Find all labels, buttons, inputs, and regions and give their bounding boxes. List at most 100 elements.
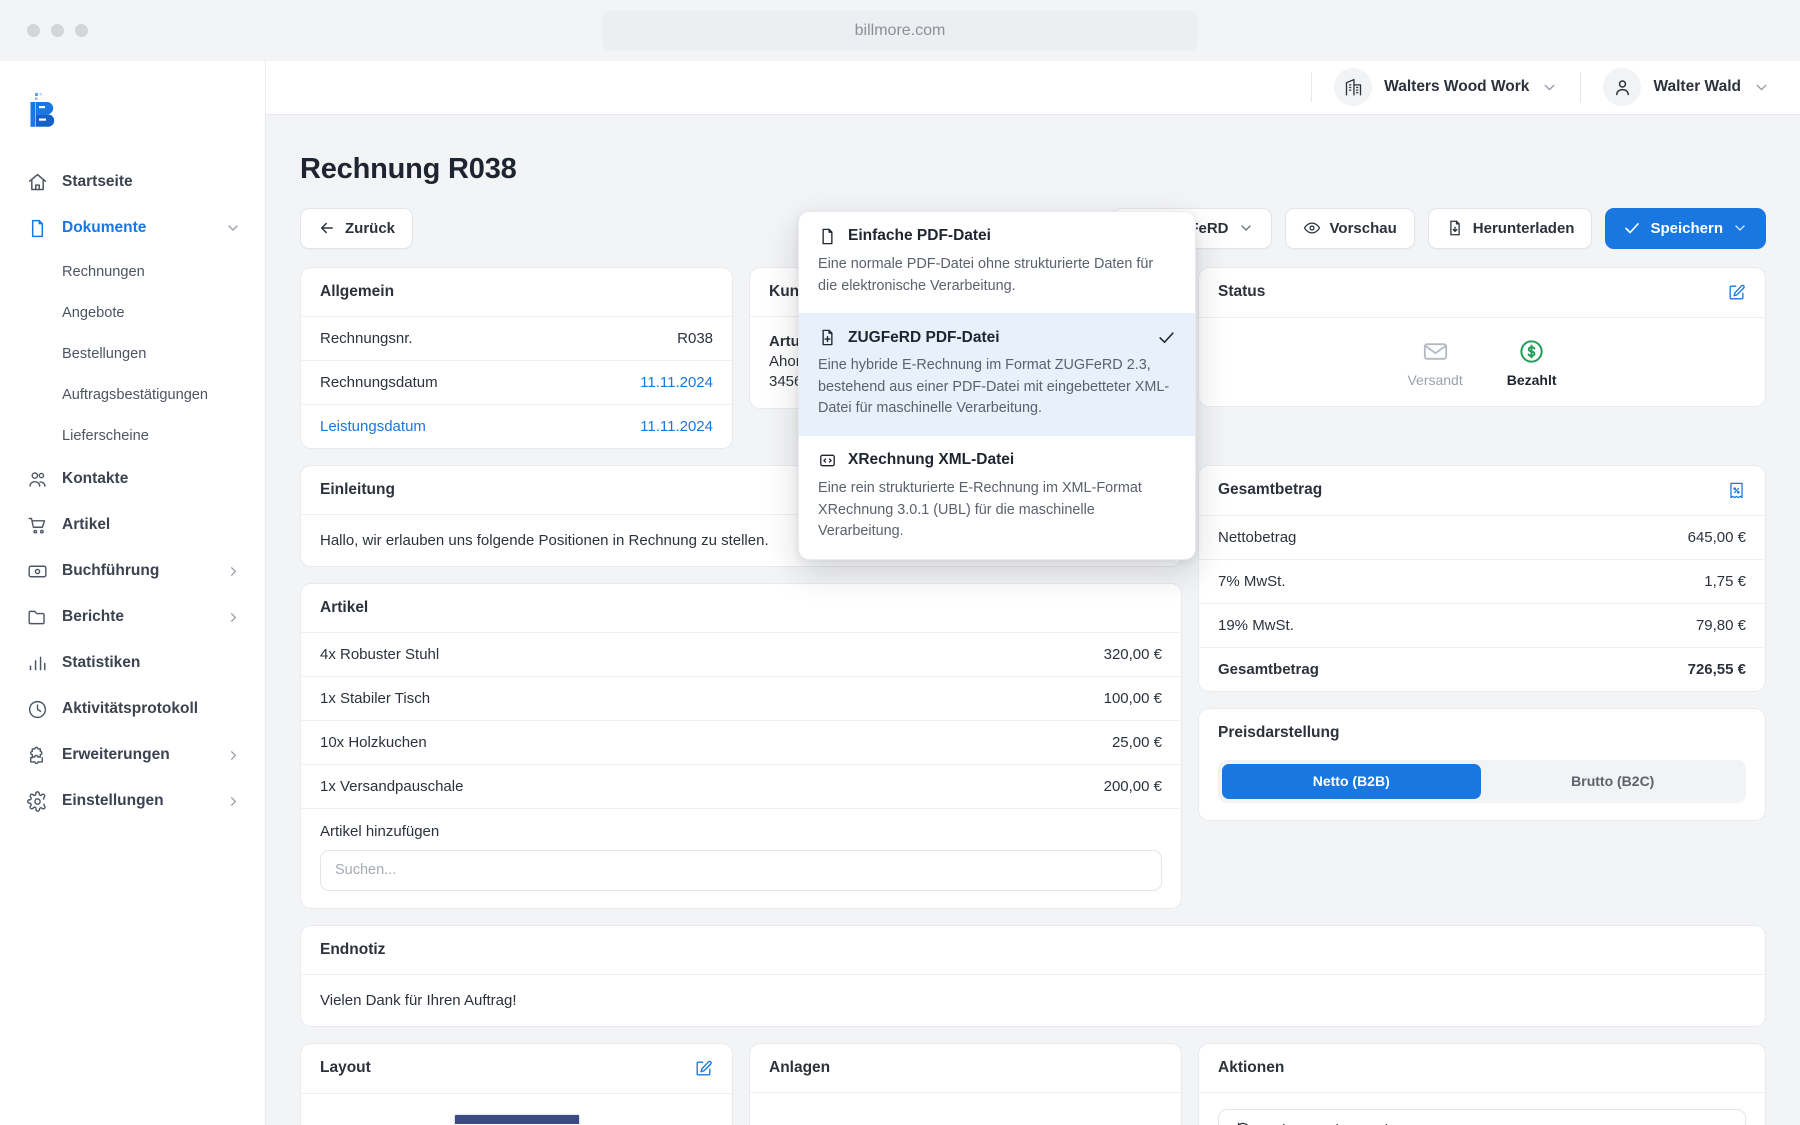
org-name: Walters Wood Work: [1384, 78, 1530, 96]
thumbnail-band: [454, 1114, 579, 1124]
sidebar-item-label: Aktivitätsprotokoll: [62, 700, 199, 717]
dropdown-item-zugferd-pdf[interactable]: ZUGFeRD PDF-Datei Eine hybride E-Rechnun…: [799, 313, 1195, 436]
save-button-label: Speichern: [1650, 219, 1723, 237]
row-value[interactable]: 11.11.2024: [640, 418, 713, 435]
sidebar-item-aktivitaetsprotokoll[interactable]: Aktivitätsprotokoll: [0, 686, 265, 732]
total-key: 7% MwSt.: [1218, 572, 1286, 590]
preview-button[interactable]: Vorschau: [1284, 207, 1415, 249]
chevron-right-icon[interactable]: [226, 748, 241, 763]
table-row[interactable]: 10x Holzkuchen 25,00 €: [301, 721, 1181, 765]
table-row[interactable]: Rechnungsdatum 11.11.2024: [301, 361, 732, 405]
einleitung-heading: Einleitung: [320, 480, 395, 498]
chevron-right-icon[interactable]: [226, 564, 241, 579]
sidebar-item-startseite[interactable]: Startseite: [0, 159, 265, 205]
sidebar-item-kontakte[interactable]: Kontakte: [0, 456, 265, 502]
download-button[interactable]: Herunterladen: [1427, 207, 1593, 249]
total-key: Gesamtbetrag: [1218, 660, 1319, 678]
layout-preview[interactable]: The Company INVOICE: [301, 1094, 732, 1125]
sidebar-item-statistiken[interactable]: Statistiken: [0, 640, 265, 686]
sidebar-item-erweiterungen[interactable]: Erweiterungen: [0, 732, 265, 778]
envelope-icon: [1422, 338, 1449, 365]
convert-document-button[interactable]: Dokument konvertieren: [1218, 1108, 1746, 1125]
puzzle-icon: [26, 744, 48, 766]
close-window-button[interactable]: [27, 24, 40, 37]
chevron-down-icon[interactable]: [1753, 79, 1770, 96]
table-row[interactable]: 4x Robuster Stuhl 320,00 €: [301, 633, 1181, 677]
banknote-icon: [26, 560, 48, 582]
billmore-logo-icon[interactable]: [0, 79, 265, 159]
sidebar-subitem-lieferscheine[interactable]: Lieferscheine: [0, 415, 265, 456]
chevron-down-icon[interactable]: [1238, 220, 1254, 236]
file-plus-icon: [818, 328, 837, 347]
zugferd-format-dropdown: Einfache PDF-Datei Eine normale PDF-Date…: [798, 210, 1196, 560]
chevron-right-icon[interactable]: [226, 610, 241, 625]
item-price: 25,00 €: [1111, 733, 1162, 751]
row-key: Rechnungsdatum: [320, 373, 438, 391]
table-row[interactable]: Rechnungsnr. R038: [301, 317, 732, 361]
arrow-left-icon: [318, 219, 336, 237]
chevron-right-icon[interactable]: [226, 794, 241, 809]
chevron-down-icon[interactable]: [1732, 220, 1748, 236]
allgemein-card: Allgemein Rechnungsnr. R038 Rechnungsdat…: [300, 266, 733, 449]
status-badge-label: Versandt: [1407, 371, 1463, 388]
sidebar-item-berichte[interactable]: Berichte: [0, 594, 265, 640]
layout-card-header: Layout: [301, 1044, 732, 1094]
status-badge[interactable]: Bezahlt: [1507, 338, 1557, 388]
minimize-window-button[interactable]: [51, 24, 64, 37]
sidebar-subitem-angebote[interactable]: Angebote: [0, 292, 265, 333]
edit-icon[interactable]: [1727, 283, 1746, 302]
edit-icon[interactable]: [694, 1059, 713, 1078]
artikel-card-header: Artikel: [301, 584, 1181, 633]
table-row[interactable]: Leistungsdatum 11.11.2024: [301, 405, 732, 448]
sidebar-item-label: Kontakte: [62, 470, 129, 487]
org-switcher[interactable]: Walters Wood Work: [1334, 68, 1558, 107]
status-card: Status Versandt Bezahlt: [1198, 266, 1766, 407]
add-article-search-wrap: [301, 849, 1181, 908]
window-traffic-lights: [27, 24, 88, 37]
total-value: 645,00 €: [1687, 528, 1746, 546]
back-button[interactable]: Zurück: [300, 207, 414, 249]
sidebar-item-einstellungen[interactable]: Einstellungen: [0, 778, 265, 824]
item-name: 1x Stabiler Tisch: [320, 689, 431, 707]
preisdarstellung-card: Preisdarstellung Netto (B2B) Brutto (B2C…: [1198, 707, 1766, 821]
chevron-down-icon[interactable]: [1541, 79, 1558, 96]
url-bar[interactable]: billmore.com: [602, 10, 1198, 51]
sidebar-subitem-auftragsbestaetigungen[interactable]: Auftragsbestätigungen: [0, 374, 265, 415]
sidebar-item-artikel[interactable]: Artikel: [0, 502, 265, 548]
endnotiz-text[interactable]: Vielen Dank für Ihren Auftrag!: [301, 975, 1765, 1026]
total-value: 1,75 €: [1704, 572, 1746, 590]
dropdown-item-xrechnung-xml[interactable]: XRechnung XML-Datei Eine rein strukturie…: [799, 436, 1195, 559]
sidebar-subitem-rechnungen[interactable]: Rechnungen: [0, 251, 265, 292]
file-download-icon: [1446, 219, 1464, 237]
price-mode-netto[interactable]: Netto (B2B): [1222, 763, 1481, 799]
sidebar-item-label: Startseite: [62, 173, 133, 190]
price-mode-brutto[interactable]: Brutto (B2C): [1484, 764, 1743, 799]
table-row[interactable]: 1x Stabiler Tisch 100,00 €: [301, 677, 1181, 721]
cart-icon: [26, 514, 48, 536]
row-value[interactable]: 11.11.2024: [640, 374, 713, 391]
sidebar-item-buchfuehrung[interactable]: Buchführung: [0, 548, 265, 594]
allgemein-heading: Allgemein: [320, 282, 395, 300]
download-button-label: Herunterladen: [1472, 219, 1575, 237]
dropdown-item-title: ZUGFeRD PDF-Datei: [848, 328, 1000, 346]
row-key[interactable]: Leistungsdatum: [320, 418, 426, 435]
check-icon: [1157, 328, 1176, 347]
save-button[interactable]: Speichern: [1605, 207, 1766, 249]
chevron-down-icon[interactable]: [225, 220, 241, 236]
preisdarstellung-card-header: Preisdarstellung: [1199, 709, 1765, 746]
row-key: Rechnungsnr.: [320, 329, 413, 347]
app-shell: Startseite Dokumente Rechnungen Angebote…: [0, 61, 1800, 1125]
table-row[interactable]: 1x Versandpauschale 200,00 €: [301, 765, 1181, 809]
tax-receipt-icon[interactable]: [1727, 481, 1746, 500]
search-input[interactable]: [320, 849, 1162, 891]
dropdown-item-description: Eine rein strukturierte E-Rechnung im XM…: [818, 479, 1142, 540]
status-badge[interactable]: Versandt: [1407, 338, 1463, 388]
dropdown-item-einfache-pdf[interactable]: Einfache PDF-Datei Eine normale PDF-Date…: [799, 212, 1195, 313]
maximize-window-button[interactable]: [75, 24, 88, 37]
artikel-card: Artikel 4x Robuster Stuhl 320,00 € 1x St…: [300, 582, 1182, 909]
check-icon: [1623, 219, 1641, 237]
sidebar-subitem-bestellungen[interactable]: Bestellungen: [0, 333, 265, 374]
sidebar-item-dokumente[interactable]: Dokumente: [0, 205, 265, 251]
endnotiz-heading: Endnotiz: [320, 940, 386, 958]
user-menu[interactable]: Walter Wald: [1603, 68, 1770, 107]
